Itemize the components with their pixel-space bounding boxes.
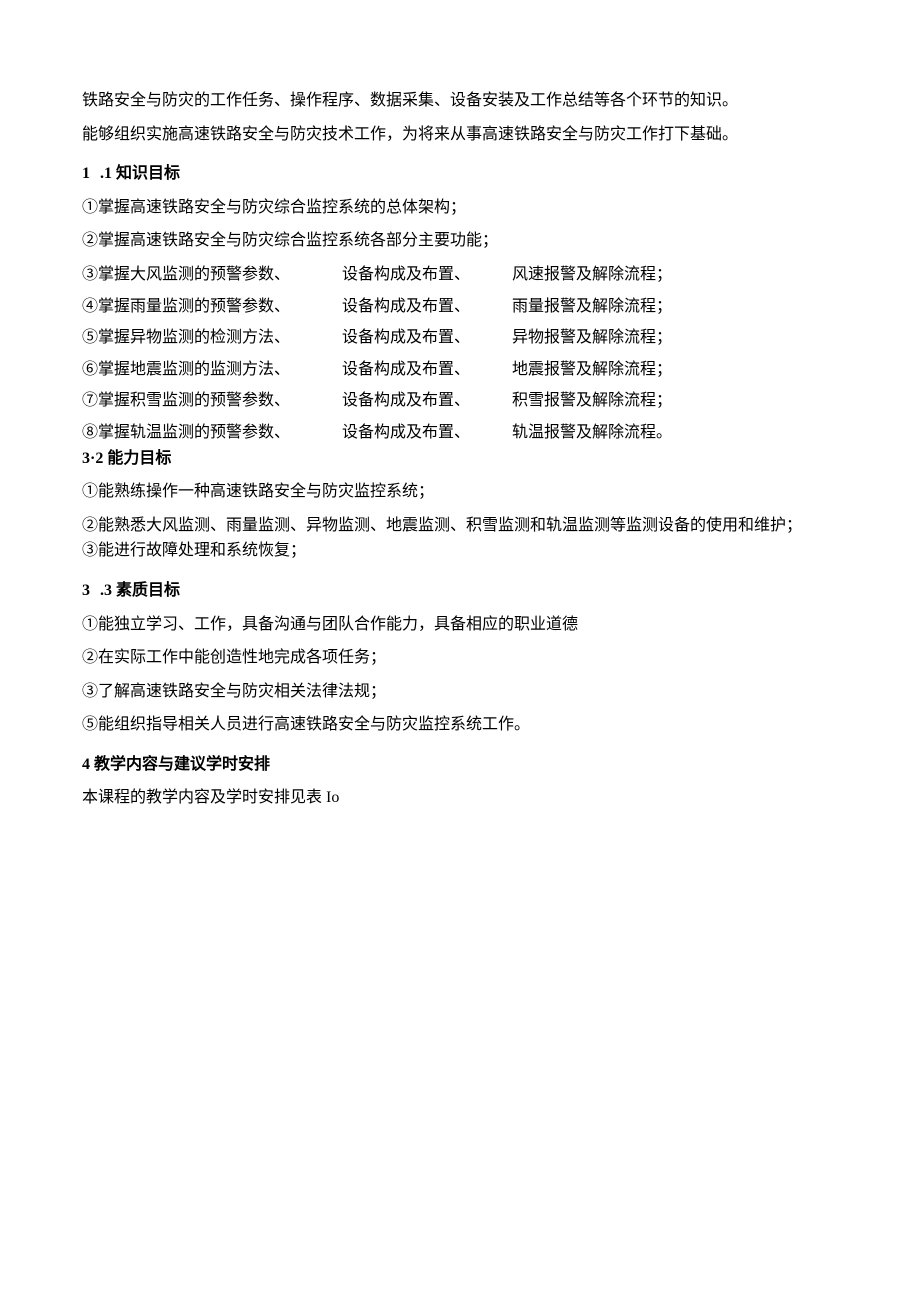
heading-text: .3 素质目标 [96,582,180,599]
table-row: ⑥掌握地震监测的监测方法、 设备构成及布置、 地震报警及解除流程； [82,357,870,383]
ability-item-2: ②能熟悉大风监测、雨量监测、异物监测、地震监测、积雪监测和轨温监测等监测设备的使… [82,517,802,534]
cell-left: ⑤掌握异物监测的检测方法、 [82,325,342,351]
quality-item-5: ⑤能组织指导相关人员进行高速铁路安全与防灾监控系统工作。 [50,712,870,738]
cell-right: 风速报警及解除流程； [512,262,870,288]
quality-item-2: ②在实际工作中能创造性地完成各项任务； [50,645,870,671]
intro-paragraph-1: 铁路安全与防灾的工作任务、操作程序、数据采集、设备安装及工作总结等各个环节的知识… [50,88,870,114]
teaching-paragraph: 本课程的教学内容及学时安排见表 Io [50,785,870,811]
heading-quality: 3 .3 素质目标 [50,578,870,604]
heading-knowledge: 1 .1 知识目标 [50,161,870,187]
heading-text: 4 教学内容与建议学时安排 [82,756,270,773]
ability-item-2-wrap: ②能熟悉大风监测、雨量监测、异物监测、地震监测、积雪监测和轨温监测等监测设备的使… [50,513,870,539]
cell-mid: 设备构成及布置、 [342,325,512,351]
table-row: ⑦掌握积雪监测的预警参数、 设备构成及布置、 积雪报警及解除流程； [82,388,870,414]
cell-right: 异物报警及解除流程； [512,325,870,351]
knowledge-item-1: ①掌握高速铁路安全与防灾综合监控系统的总体架构； [50,195,870,221]
cell-mid: 设备构成及布置、 [342,420,512,446]
table-row: ⑤掌握异物监测的检测方法、 设备构成及布置、 异物报警及解除流程； [82,325,870,351]
ability-item-1: ①能熟练操作一种高速铁路安全与防灾监控系统； [50,479,870,505]
heading-number: 3 [82,582,90,599]
table-row: ④掌握雨量监测的预警参数、 设备构成及布置、 雨量报警及解除流程； [82,294,870,320]
cell-left-stack: ⑧掌握轨温监测的预警参数、 3·2 能力目标 [82,420,342,471]
table-row: ③掌握大风监测的预警参数、 设备构成及布置、 风速报警及解除流程； [82,262,870,288]
cell-right: 地震报警及解除流程； [512,357,870,383]
cell-left: ③掌握大风监测的预警参数、 [82,262,342,288]
cell-left: ⑦掌握积雪监测的预警参数、 [82,388,342,414]
knowledge-item-2: ②掌握高速铁路安全与防灾综合监控系统各部分主要功能； [50,228,870,254]
heading-text: .1 知识目标 [96,165,180,182]
cell-right: 雨量报警及解除流程； [512,294,870,320]
cell-left: ⑧掌握轨温监测的预警参数、 [82,420,342,446]
quality-item-1: ①能独立学习、工作，具备沟通与团队合作能力，具备相应的职业道德 [50,612,870,638]
knowledge-table: ③掌握大风监测的预警参数、 设备构成及布置、 风速报警及解除流程； ④掌握雨量监… [82,262,870,471]
cell-left: ⑥掌握地震监测的监测方法、 [82,357,342,383]
heading-ability-inline: 3·2 能力目标 [82,446,342,472]
quality-item-3: ③了解高速铁路安全与防灾相关法律法规； [50,679,870,705]
cell-left: ④掌握雨量监测的预警参数、 [82,294,342,320]
document-page: 铁路安全与防灾的工作任务、操作程序、数据采集、设备安装及工作总结等各个环节的知识… [0,0,920,1301]
cell-mid: 设备构成及布置、 [342,357,512,383]
table-row-merged: ⑧掌握轨温监测的预警参数、 3·2 能力目标 设备构成及布置、 轨温报警及解除流… [82,420,870,471]
cell-mid: 设备构成及布置、 [342,294,512,320]
cell-mid: 设备构成及布置、 [342,262,512,288]
cell-mid: 设备构成及布置、 [342,388,512,414]
ability-item-3: ③能进行故障处理和系统恢复； [50,538,870,564]
cell-right: 轨温报警及解除流程。 [512,420,870,446]
heading-teaching: 4 教学内容与建议学时安排 [50,752,870,778]
intro-paragraph-2: 能够组织实施高速铁路安全与防灾技术工作，为将来从事高速铁路安全与防灾工作打下基础… [50,122,870,148]
cell-right: 积雪报警及解除流程； [512,388,870,414]
heading-number: 1 [82,165,90,182]
